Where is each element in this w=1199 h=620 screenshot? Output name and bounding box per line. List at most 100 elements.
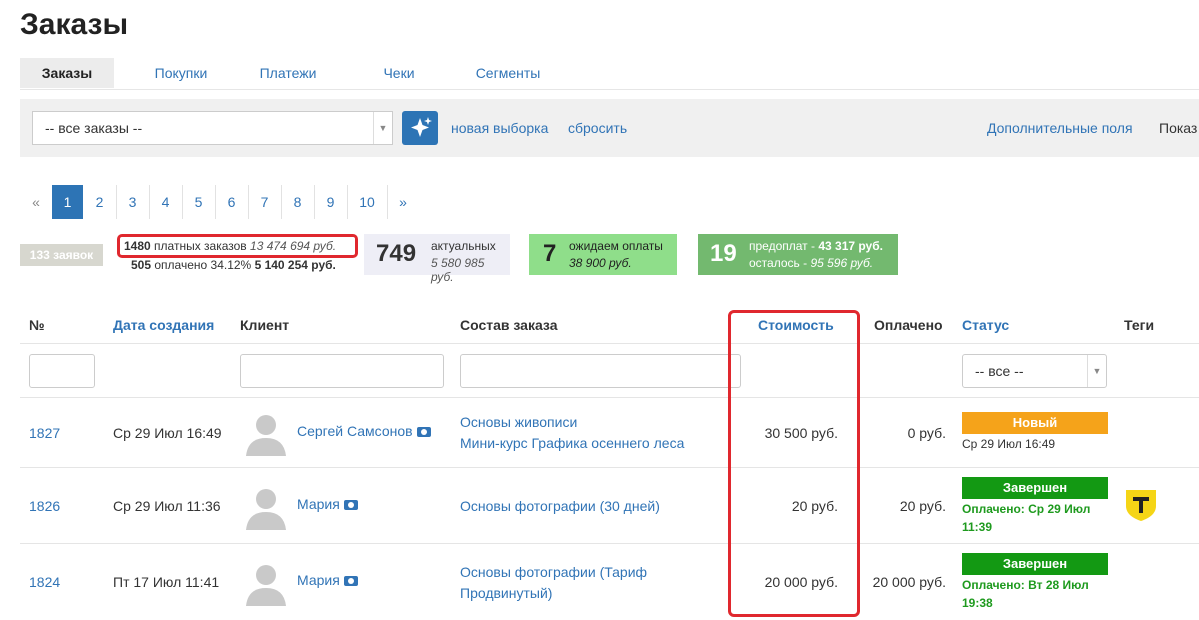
tinkoff-logo-icon[interactable] [1124, 488, 1158, 522]
client-link[interactable]: Мария [297, 496, 358, 512]
prepayment-card[interactable]: 19 предоплат - 43 317 руб. осталось - 95… [698, 234, 898, 275]
prepay-count: 19 [710, 240, 737, 267]
waiting-label: ожидаем оплаты [569, 239, 663, 253]
magic-filter-button[interactable] [402, 111, 438, 145]
remaining-sum: 95 596 руб. [810, 256, 874, 270]
col-created-date[interactable]: Дата создания [113, 317, 214, 333]
show-link[interactable]: Показ [1159, 120, 1197, 136]
order-item-link[interactable]: Основы живописи [460, 414, 577, 430]
row-divider [20, 343, 1199, 344]
client-name: Мария [297, 572, 340, 588]
actual-orders-card[interactable]: 749 актуальных 5 580 985 руб. [364, 234, 510, 284]
col-client: Клиент [240, 317, 290, 333]
page-6[interactable]: 6 [215, 185, 249, 219]
client-name: Сергей Самсонов [297, 423, 413, 439]
col-tags: Теги [1124, 317, 1155, 333]
prepay-label: предоплат - [749, 239, 815, 253]
page-3[interactable]: 3 [116, 185, 150, 219]
remaining-line: осталось - 95 596 руб. [749, 256, 873, 270]
page-title: Заказы [20, 8, 129, 41]
row-divider [20, 543, 1199, 544]
page-1[interactable]: 1 [52, 185, 83, 219]
row-divider [20, 397, 1199, 398]
requests-badge[interactable]: 133 заявок [20, 244, 103, 266]
tab-orders[interactable]: Заказы [20, 58, 114, 88]
col-items: Состав заказа [460, 317, 558, 333]
id-card-icon [343, 576, 358, 587]
client-link[interactable]: Мария [297, 572, 358, 588]
order-filter-value: -- все заказы -- [45, 120, 143, 136]
waiting-count: 7 [543, 240, 557, 267]
row-divider [20, 467, 1199, 468]
prepay-line: предоплат - 43 317 руб. [749, 239, 883, 253]
tab-payments[interactable]: Платежи [250, 58, 326, 88]
status-date: Ср 29 Июл 16:49 [962, 437, 1056, 451]
status-paid-date: Оплачено: Вт 28 Июл [962, 578, 1089, 592]
paid-done-line[interactable]: 505 оплачено 34.12% 5 140 254 руб. [131, 258, 336, 272]
paid-orders-line[interactable]: 1480 платных заказов 13 474 694 руб. [124, 239, 336, 253]
paid-orders-sum: 13 474 694 руб. [250, 239, 337, 253]
order-paid: 0 руб. [907, 425, 946, 441]
status-paid-time: 11:39 [962, 520, 993, 534]
order-id-link[interactable]: 1827 [29, 425, 60, 441]
actual-count: 749 [376, 240, 417, 267]
page-8[interactable]: 8 [281, 185, 315, 219]
status-badge[interactable]: Новый [962, 412, 1108, 434]
items-filter-input[interactable] [460, 354, 741, 388]
order-item-link[interactable]: Мини-курс Графика осеннего леса [460, 435, 684, 451]
id-card-icon [343, 500, 358, 511]
col-number: № [29, 317, 45, 333]
order-filter-select[interactable]: -- все заказы -- ▼ [32, 111, 393, 145]
page-10[interactable]: 10 [347, 185, 388, 219]
tab-segments[interactable]: Сегменты [466, 58, 550, 88]
order-date: Ср 29 Июл 16:49 [113, 425, 222, 441]
page-prev[interactable]: « [20, 185, 53, 219]
sparkle-icon [411, 117, 432, 137]
tab-receipts[interactable]: Чеки [372, 58, 426, 88]
avatar [246, 565, 286, 606]
paid-done-label: оплачено 34.12% [154, 258, 252, 272]
number-filter-input[interactable] [29, 354, 95, 388]
waiting-payment-card[interactable]: 7 ожидаем оплаты 38 900 руб. [529, 234, 677, 275]
paid-orders-count: 1480 [124, 239, 151, 253]
client-filter-input[interactable] [240, 354, 444, 388]
avatar [246, 415, 286, 456]
order-paid: 20 руб. [899, 498, 946, 514]
col-paid: Оплачено [874, 317, 943, 333]
paid-done-count: 505 [131, 258, 152, 272]
chevron-down-icon: ▼ [1087, 355, 1106, 387]
client-link[interactable]: Сергей Самсонов [297, 423, 431, 439]
cost-column-highlight [728, 310, 860, 617]
prepay-sum: 43 317 руб. [818, 239, 883, 253]
page-9[interactable]: 9 [314, 185, 348, 219]
order-item-link[interactable]: Основы фотографии (Тариф [460, 564, 647, 580]
page-5[interactable]: 5 [182, 185, 216, 219]
extra-fields-link[interactable]: Дополнительные поля [987, 120, 1133, 136]
order-id-link[interactable]: 1824 [29, 574, 60, 590]
order-id-link[interactable]: 1826 [29, 498, 60, 514]
status-filter-select[interactable]: -- все -- ▼ [962, 354, 1107, 388]
id-card-icon [416, 427, 431, 438]
tab-purchases[interactable]: Покупки [136, 58, 226, 88]
page-7[interactable]: 7 [248, 185, 282, 219]
status-filter-value: -- все -- [975, 363, 1024, 379]
order-date: Пт 17 Июл 11:41 [113, 574, 220, 590]
status-badge[interactable]: Завершен [962, 477, 1108, 499]
new-selection-link[interactable]: новая выборка [451, 120, 548, 136]
remaining-label: осталось - [749, 256, 808, 270]
page-next[interactable]: » [387, 185, 419, 219]
paid-done-sum: 5 140 254 руб. [254, 258, 336, 272]
order-date: Ср 29 Июл 11:36 [113, 498, 221, 514]
waiting-sum: 38 900 руб. [569, 256, 632, 270]
tab-bar: Заказы Покупки Платежи Чеки Сегменты [20, 58, 1199, 90]
order-item-link[interactable]: Основы фотографии (30 дней) [460, 498, 660, 514]
page-4[interactable]: 4 [149, 185, 183, 219]
reset-link[interactable]: сбросить [568, 120, 627, 136]
page-2[interactable]: 2 [83, 185, 117, 219]
col-status[interactable]: Статус [962, 317, 1009, 333]
order-item-link[interactable]: Продвинутый) [460, 585, 552, 601]
actual-sum: 5 580 985 руб. [431, 256, 485, 284]
status-paid-time: 19:38 [962, 596, 993, 610]
client-name: Мария [297, 496, 340, 512]
status-badge[interactable]: Завершен [962, 553, 1108, 575]
